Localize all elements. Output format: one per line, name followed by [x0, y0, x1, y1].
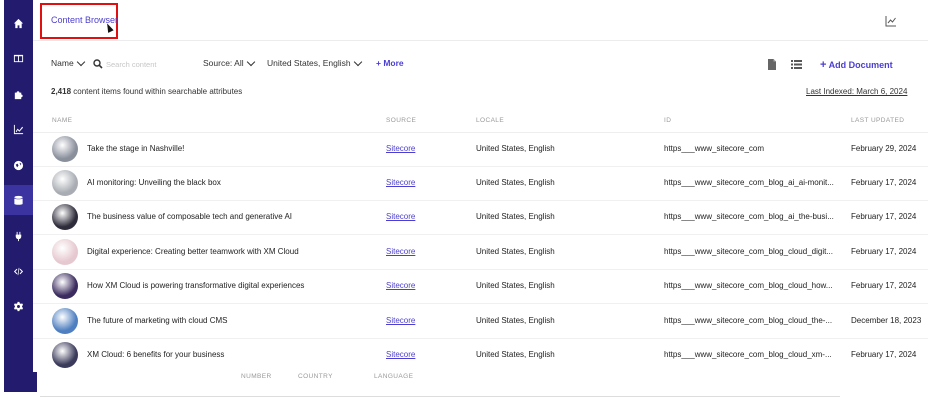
search-icon — [93, 59, 103, 69]
last-indexed-link[interactable]: Last Indexed: March 6, 2024 — [806, 87, 907, 96]
row-name: Digital experience: Creating better team… — [87, 247, 299, 256]
row-last-updated: February 17, 2024 — [851, 178, 917, 187]
main-panel: Content Browser Name Source: All United … — [33, 0, 928, 373]
more-filters-button[interactable]: + More — [376, 58, 404, 68]
row-id: https___www_sitecore_com_blog_ai_the-bus… — [664, 212, 834, 221]
row-last-updated: February 17, 2024 — [851, 350, 917, 359]
column-header-last-updated[interactable]: LAST UPDATED — [851, 117, 904, 124]
row-source-link[interactable]: Sitecore — [386, 316, 415, 325]
document-view-icon[interactable] — [767, 59, 777, 70]
table-row[interactable]: The future of marketing with cloud CMS S… — [33, 304, 928, 339]
row-id: https___www_sitecore_com_blog_cloud_how.… — [664, 281, 833, 290]
row-last-updated: December 18, 2023 — [851, 316, 922, 325]
row-name: AI monitoring: Unveiling the black box — [87, 178, 221, 187]
row-last-updated: February 17, 2024 — [851, 281, 917, 290]
thumbnail-image — [52, 170, 78, 196]
row-locale: United States, English — [476, 281, 555, 290]
table-row[interactable]: AI monitoring: Unveiling the black box S… — [33, 166, 928, 201]
name-filter-label: Name — [51, 58, 74, 68]
table-row[interactable]: How XM Cloud is powering transformative … — [33, 269, 928, 304]
add-document-button[interactable]: + Add Document — [820, 59, 893, 71]
row-id: https___www_sitecore_com_blog_cloud_xm-.… — [664, 350, 832, 359]
thumbnail-image — [52, 273, 78, 299]
column-header-number[interactable]: NUMBER — [241, 373, 272, 380]
results-summary: 2,418 content items found within searcha… — [51, 87, 242, 96]
row-id: https___www_sitecore_com_blog_cloud_the-… — [664, 316, 833, 325]
table-row[interactable]: Digital experience: Creating better team… — [33, 235, 928, 270]
list-view-icon[interactable] — [791, 59, 802, 70]
row-id: https___www_sitecore_com_blog_ai_ai-moni… — [664, 178, 834, 187]
row-locale: United States, English — [476, 178, 555, 187]
chevron-down-icon — [76, 57, 85, 66]
row-last-updated: February 17, 2024 — [851, 247, 917, 256]
plus-icon: + — [376, 58, 381, 68]
more-label: More — [383, 58, 404, 68]
table-row[interactable]: XM Cloud: 6 benefits for your business S… — [33, 338, 928, 373]
table-header: NAME SOURCE LOCALE ID LAST UPDATED — [33, 112, 928, 133]
row-locale: United States, English — [476, 212, 555, 221]
row-source-link[interactable]: Sitecore — [386, 212, 415, 221]
source-filter-label: Source: All — [203, 58, 244, 68]
database-icon[interactable] — [4, 185, 33, 215]
row-id: https___www_sitecore_com — [664, 144, 765, 153]
column-header-language[interactable]: LANGUAGE — [374, 373, 413, 380]
layout-icon[interactable] — [4, 47, 33, 69]
secondary-sidebar — [4, 372, 37, 392]
row-locale: United States, English — [476, 144, 555, 153]
results-count: 2,418 — [51, 87, 72, 96]
results-text: content items found within searchable at… — [73, 87, 243, 96]
divider — [40, 396, 840, 397]
sidebar — [4, 0, 33, 372]
search-input[interactable] — [106, 58, 186, 70]
column-header-id[interactable]: ID — [664, 117, 671, 124]
table-row[interactable]: The business value of composable tech an… — [33, 200, 928, 235]
row-source-link[interactable]: Sitecore — [386, 350, 415, 359]
row-name: The future of marketing with cloud CMS — [87, 316, 228, 325]
column-header-source[interactable]: SOURCE — [386, 117, 416, 124]
globe-icon[interactable] — [4, 154, 33, 176]
thumbnail-image — [52, 342, 78, 368]
row-id: https___www_sitecore_com_blog_cloud_digi… — [664, 247, 833, 256]
plus-icon: + — [820, 59, 827, 71]
thumbnail-image — [52, 204, 78, 230]
plug-icon[interactable] — [4, 225, 33, 247]
top-bar: Content Browser — [33, 0, 928, 41]
row-last-updated: February 29, 2024 — [851, 144, 917, 153]
row-locale: United States, English — [476, 247, 555, 256]
row-name: How XM Cloud is powering transformative … — [87, 281, 305, 290]
row-name: XM Cloud: 6 benefits for your business — [87, 350, 225, 359]
thumbnail-image — [52, 136, 78, 162]
column-header-name[interactable]: NAME — [52, 117, 72, 124]
source-filter-dropdown[interactable]: Source: All — [203, 57, 255, 68]
thumbnail-image — [52, 308, 78, 334]
table-row[interactable]: Take the stage in Nashville! Sitecore Un… — [33, 132, 928, 167]
row-last-updated: February 17, 2024 — [851, 212, 917, 221]
code-icon[interactable] — [4, 260, 33, 282]
column-header-country[interactable]: COUNTRY — [298, 373, 333, 380]
home-icon[interactable] — [4, 12, 33, 34]
locale-filter-dropdown[interactable]: United States, English — [267, 57, 362, 68]
row-source-link[interactable]: Sitecore — [386, 247, 415, 256]
chevron-down-icon — [246, 57, 255, 66]
locale-filter-label: United States, English — [267, 58, 351, 68]
row-source-link[interactable]: Sitecore — [386, 178, 415, 187]
column-header-locale[interactable]: LOCALE — [476, 117, 504, 124]
thumbnail-image — [52, 239, 78, 265]
row-name: The business value of composable tech an… — [87, 212, 293, 221]
secondary-panel — [0, 372, 948, 414]
name-filter-dropdown[interactable]: Name — [51, 57, 85, 68]
puzzle-icon[interactable] — [4, 83, 33, 105]
add-document-label: Add Document — [828, 60, 893, 70]
chevron-down-icon — [353, 57, 362, 66]
row-source-link[interactable]: Sitecore — [386, 144, 415, 153]
row-name: Take the stage in Nashville! — [87, 144, 185, 153]
row-source-link[interactable]: Sitecore — [386, 281, 415, 290]
chart-icon[interactable] — [885, 15, 897, 27]
row-locale: United States, English — [476, 316, 555, 325]
analytics-icon[interactable] — [4, 118, 33, 140]
row-locale: United States, English — [476, 350, 555, 359]
settings-icon[interactable] — [4, 295, 33, 317]
